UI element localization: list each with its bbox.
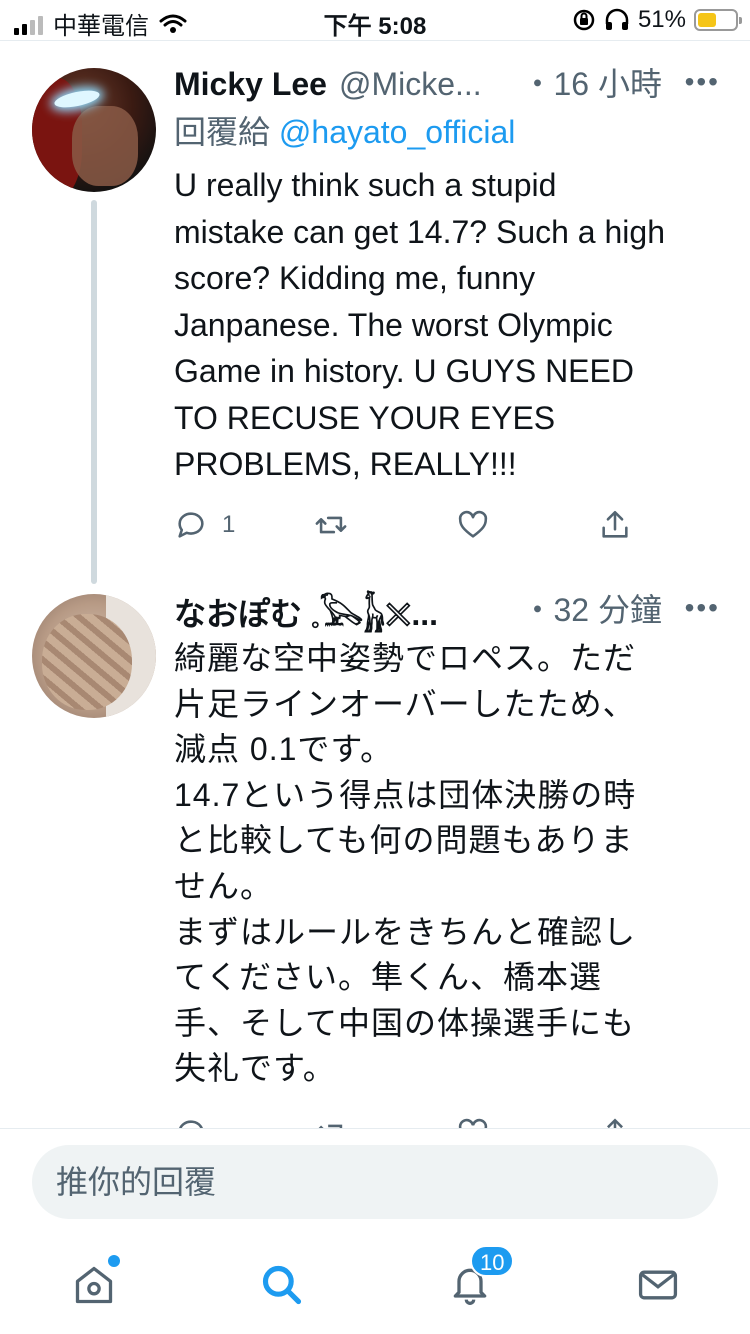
reply-mention-link[interactable]: @hayato_official <box>279 114 515 150</box>
share-icon <box>607 1118 623 1128</box>
tab-notifications[interactable]: 10 <box>448 1245 515 1307</box>
author-handle[interactable]: @Micke... <box>339 66 482 103</box>
tab-search[interactable] <box>260 1263 304 1307</box>
reply-input[interactable]: 推你的回覆 <box>32 1145 718 1219</box>
top-divider <box>0 40 750 41</box>
reply-button[interactable] <box>174 1116 208 1128</box>
reply-button[interactable]: 1 <box>174 508 235 542</box>
more-horizontal-icon[interactable]: ••• <box>685 60 720 104</box>
reply-to-line: 回覆給 @hayato_official <box>174 108 720 156</box>
tweet-time: ・32 分鐘 <box>521 592 663 628</box>
share-button[interactable] <box>598 1116 632 1128</box>
battery-icon <box>694 9 742 31</box>
reply-icon <box>179 1120 203 1128</box>
tweet-actions <box>174 1116 634 1128</box>
retweet-icon <box>315 516 347 534</box>
headphones-icon <box>605 8 629 30</box>
notifications-badge: 10 <box>470 1245 515 1277</box>
tweet-text: 綺麗な空中姿勢でロペス。ただ 片足ラインオーバーしたため、 減点 0.1です。 … <box>174 640 637 1087</box>
retweet-icon <box>318 1124 343 1128</box>
tweet-header: Micky Lee @Micke... ・16 小時 ••• <box>174 60 720 108</box>
heart-icon <box>458 510 488 538</box>
bottom-bar: 推你的回覆 10 <box>0 1129 750 1334</box>
like-button[interactable] <box>456 1116 490 1128</box>
search-icon <box>262 1265 302 1305</box>
status-bar: 中華電信 下午 5:08 51% <box>0 0 750 40</box>
author-name[interactable]: Micky Lee <box>174 66 327 103</box>
battery-fill <box>698 13 717 27</box>
tab-messages[interactable] <box>636 1263 680 1307</box>
author-name[interactable]: なおぽむ 𓈒𓅂𓃱𓏴... <box>174 584 438 636</box>
battery-percent: 51% <box>637 6 686 33</box>
tweet-header: なおぽむ 𓈒𓅂𓃱𓏴... ・32 分鐘 ••• <box>174 586 720 634</box>
share-icon <box>602 510 628 538</box>
home-icon <box>75 1266 113 1304</box>
more-horizontal-icon[interactable]: ••• <box>685 586 720 630</box>
share-button[interactable] <box>598 508 632 542</box>
reply-to-prefix: 回覆給 <box>174 114 271 150</box>
tweet-actions: 1 <box>174 508 634 548</box>
orientation-lock-icon <box>573 9 595 31</box>
avatar[interactable] <box>32 594 156 718</box>
tweet-time: ・16 小時 <box>521 66 663 102</box>
status-right: 51% <box>572 6 742 34</box>
avatar[interactable] <box>32 68 156 192</box>
reply-icon <box>178 512 204 538</box>
retweet-button[interactable] <box>314 508 348 542</box>
thread-line <box>91 200 97 584</box>
retweet-button[interactable] <box>314 1116 348 1128</box>
tweet-parent[interactable]: Micky Lee @Micke... ・16 小時 ••• 回覆給 @haya… <box>0 60 750 580</box>
tweet-text: U really think such a stupid mistake can… <box>174 167 665 482</box>
like-button[interactable] <box>456 508 490 542</box>
mail-icon <box>638 1270 678 1300</box>
tab-home[interactable] <box>72 1255 120 1307</box>
reply-count: 1 <box>222 511 236 538</box>
home-new-dot <box>108 1255 120 1267</box>
tweet-reply[interactable]: なおぽむ 𓈒𓅂𓃱𓏴... ・32 分鐘 ••• 綺麗な空中姿勢でロペス。ただ 片… <box>0 584 750 1128</box>
heart-icon <box>458 1118 488 1128</box>
